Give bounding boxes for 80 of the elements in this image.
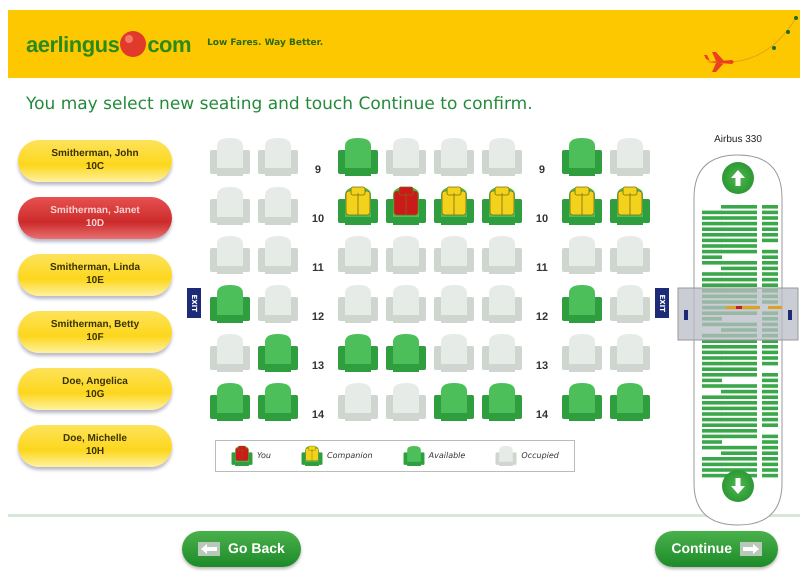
seat-icon[interactable] — [560, 136, 603, 178]
seat-icon[interactable] — [336, 332, 379, 374]
passenger-button[interactable]: Smitherman, Linda 10E — [18, 254, 172, 296]
passenger-button[interactable]: Doe, Michelle 10H — [18, 424, 172, 466]
seat-icon[interactable] — [256, 282, 299, 324]
seat-icon[interactable] — [432, 136, 475, 178]
seat-icon[interactable] — [208, 282, 251, 324]
seat-icon[interactable] — [432, 332, 475, 374]
seat-icon[interactable] — [336, 380, 379, 422]
passenger-button[interactable]: Smitherman, Janet 10D — [18, 196, 172, 238]
seat-icon[interactable] — [432, 234, 475, 276]
legend-label: You — [256, 450, 271, 462]
companion-seat-icon[interactable] — [480, 184, 523, 226]
row-number: 13 — [536, 359, 548, 374]
seat-icon[interactable] — [208, 184, 251, 226]
seat-icon[interactable] — [384, 380, 427, 422]
seat-icon[interactable] — [336, 234, 379, 276]
seat-icon[interactable] — [560, 234, 603, 276]
row-number: 11 — [536, 261, 548, 276]
legend-label: Occupied — [521, 450, 559, 462]
legend-label: Available — [428, 450, 466, 462]
ball-icon — [119, 30, 148, 58]
seat-icon[interactable] — [384, 234, 427, 276]
companion-seat-icon[interactable] — [560, 184, 603, 226]
seat-icon[interactable] — [384, 282, 427, 324]
seat-icon[interactable] — [208, 332, 251, 374]
right-arrow-icon — [740, 542, 762, 556]
seat-icon[interactable] — [608, 234, 651, 276]
seat-icon[interactable] — [256, 184, 299, 226]
seat-icon[interactable] — [208, 234, 251, 276]
row-number: 9 — [314, 163, 322, 178]
passenger-button[interactable]: Smitherman, Betty 10F — [18, 310, 172, 352]
row-number: 14 — [312, 408, 324, 423]
seat-icon[interactable] — [480, 332, 523, 374]
passenger-button[interactable]: Smitherman, John 10C — [18, 140, 172, 182]
seat-icon[interactable] — [336, 282, 379, 324]
aircraft-title: Airbus 330 — [713, 132, 763, 146]
seat-icon[interactable] — [384, 332, 427, 374]
row-number: 13 — [312, 359, 324, 374]
row-number: 12 — [536, 310, 548, 325]
seat-icon[interactable] — [480, 380, 523, 422]
seat-icon[interactable] — [432, 380, 475, 422]
seat-icon[interactable] — [256, 136, 299, 178]
down-arrow-icon — [730, 476, 746, 494]
seat-icon[interactable] — [256, 380, 299, 422]
seat-icon[interactable] — [480, 234, 523, 276]
seat-icon[interactable] — [208, 136, 251, 178]
passenger-button[interactable]: Doe, Angelica 10G — [18, 368, 172, 410]
seat-icon[interactable] — [608, 380, 651, 422]
left-arrow-icon — [198, 542, 220, 556]
legend-label: Companion — [327, 450, 373, 462]
instruction-text: You may select new seating and touch Continue to confirm. — [26, 93, 534, 116]
seat-icon[interactable] — [480, 136, 523, 178]
companion-seat-icon[interactable] — [608, 184, 651, 226]
seat-icon[interactable] — [608, 332, 651, 374]
seat-icon[interactable] — [384, 136, 427, 178]
logo-text: com — [147, 30, 192, 58]
seat-icon[interactable] — [608, 282, 651, 324]
up-arrow-icon — [730, 168, 746, 186]
seat-icon[interactable] — [480, 282, 523, 324]
companion-seat-icon[interactable] — [432, 184, 475, 226]
person-seat-icon[interactable] — [384, 184, 427, 226]
seat-icon[interactable] — [560, 332, 603, 374]
row-number: 9 — [538, 163, 546, 178]
seat-icon[interactable] — [432, 282, 475, 324]
row-number: 14 — [536, 408, 548, 423]
row-number: 11 — [312, 261, 324, 276]
row-number: 10 — [312, 212, 324, 227]
seat-icon[interactable] — [608, 136, 651, 178]
seat-icon[interactable] — [560, 282, 603, 324]
seat-icon[interactable] — [336, 136, 379, 178]
row-number: 10 — [536, 212, 548, 227]
seat-icon[interactable] — [560, 380, 603, 422]
seat-icon[interactable] — [256, 234, 299, 276]
row-number: 12 — [312, 310, 324, 325]
seat-icon[interactable] — [208, 380, 251, 422]
companion-seat-icon[interactable] — [336, 184, 379, 226]
logo-text: aerlingus — [26, 30, 120, 59]
seat-icon[interactable] — [256, 332, 299, 374]
tagline-text: Low Fares. Way Better. — [207, 37, 324, 50]
